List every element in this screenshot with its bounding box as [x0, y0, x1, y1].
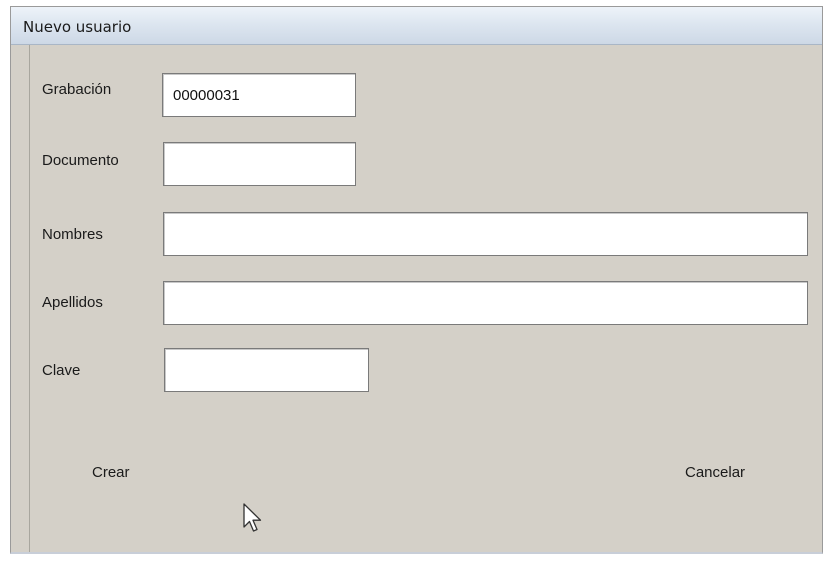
mouse-pointer-icon [243, 503, 262, 532]
documento-field[interactable] [163, 142, 356, 186]
dialog-title-bar[interactable]: Nuevo usuario [11, 7, 822, 45]
clave-field[interactable] [164, 348, 369, 392]
dialog-title: Nuevo usuario [23, 18, 132, 36]
grabacion-field[interactable] [162, 73, 356, 117]
nombres-label: Nombres [42, 226, 103, 243]
nombres-field[interactable] [163, 212, 808, 256]
cancelar-button[interactable]: Cancelar [679, 460, 751, 485]
documento-label: Documento [42, 152, 119, 169]
crear-button[interactable]: Crear [86, 460, 136, 485]
apellidos-field[interactable] [163, 281, 808, 325]
apellidos-label: Apellidos [42, 294, 103, 311]
grabacion-label: Grabación [42, 81, 112, 98]
clave-label: Clave [42, 362, 81, 379]
